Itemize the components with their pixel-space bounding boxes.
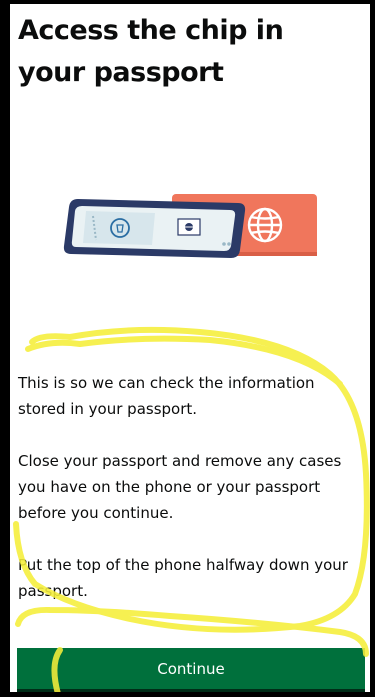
instruction-paragraph: This is so we can check the information … [18,374,315,418]
phone-on-passport-icon [63,194,317,258]
page-title: Access the chip in your passport [18,15,284,88]
screen-bottom-edge [10,692,370,697]
instruction-paragraph: Put the top of the phone halfway down yo… [18,556,348,600]
instruction-paragraph: Close your passport and remove any cases… [18,452,342,522]
instructions: This is so we can check the information … [18,370,363,630]
phone-icon [63,199,246,258]
continue-button[interactable]: Continue [17,648,365,692]
app-screen: Access the chip in your passport This is… [0,0,375,697]
